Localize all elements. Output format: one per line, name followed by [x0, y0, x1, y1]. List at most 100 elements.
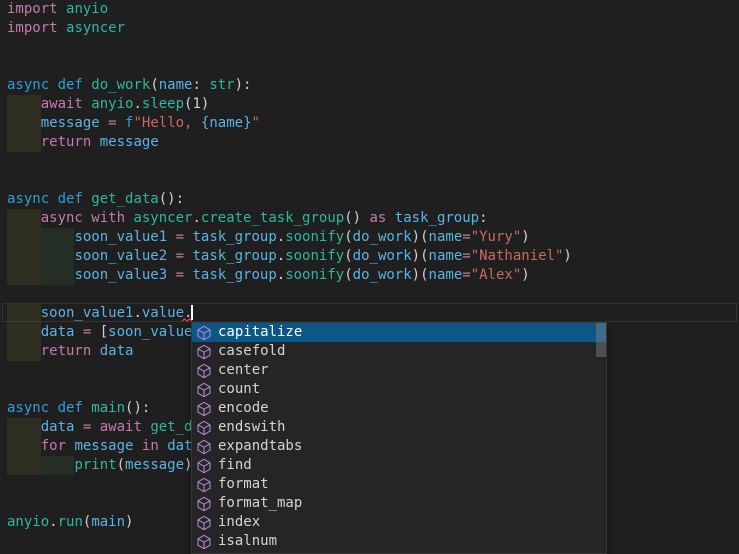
code-token: [117, 115, 125, 131]
code-token: message: [41, 115, 100, 131]
suggestion-label: endswith: [218, 418, 285, 437]
code-token: soon_value2: [74, 248, 167, 264]
code-line[interactable]: [0, 152, 739, 171]
code-token: [7, 229, 74, 245]
code-token: [7, 419, 41, 435]
code-token: name: [159, 77, 193, 93]
suggestion-item[interactable]: casefold: [192, 342, 606, 361]
code-token: 1: [192, 96, 200, 112]
code-line[interactable]: await anyio.sleep(1): [0, 95, 739, 114]
code-token: create_task_group: [201, 210, 344, 226]
code-token: [7, 134, 41, 150]
code-token: import: [7, 1, 66, 17]
code-token: (: [117, 457, 125, 473]
code-token: as: [370, 210, 395, 226]
code-token: )(: [412, 229, 429, 245]
code-token: soon_value1: [41, 305, 134, 321]
suggestion-label: isalnum: [218, 532, 277, 551]
code-token: await: [41, 96, 92, 112]
code-line[interactable]: message = f"Hello, {name}": [0, 114, 739, 133]
suggestion-item[interactable]: count: [192, 380, 606, 399]
code-token: data: [100, 343, 134, 359]
code-token: run: [58, 514, 83, 530]
code-token: async: [7, 191, 58, 207]
code-token: :: [192, 77, 209, 93]
code-token: message: [125, 457, 184, 473]
code-token: message: [100, 134, 159, 150]
symbol-method-icon: [196, 363, 212, 379]
code-token: do_work: [353, 229, 412, 245]
code-token: .: [277, 267, 285, 283]
suggestion-label: count: [218, 380, 260, 399]
suggestion-label: find: [218, 456, 252, 475]
code-token: data: [41, 324, 75, 340]
code-line[interactable]: soon_value3 = task_group.soonify(do_work…: [0, 266, 739, 285]
code-token: for: [41, 438, 75, 454]
popup-scrollbar-thumb[interactable]: [596, 323, 606, 357]
code-line[interactable]: async def do_work(name: str):: [0, 76, 739, 95]
code-token: [100, 115, 108, 131]
suggestion-item[interactable]: center: [192, 361, 606, 380]
code-token: get_data: [91, 191, 158, 207]
suggestion-item[interactable]: find: [192, 456, 606, 475]
code-token: soonify: [285, 267, 344, 283]
suggestion-label: center: [218, 361, 269, 380]
suggestion-item[interactable]: endswith: [192, 418, 606, 437]
code-line[interactable]: [0, 57, 739, 76]
code-token: name: [429, 229, 463, 245]
suggestion-item[interactable]: format_map: [192, 494, 606, 513]
code-line[interactable]: [0, 38, 739, 57]
code-token: name: [429, 248, 463, 264]
suggestion-label: capitalize: [218, 323, 302, 342]
code-line[interactable]: return message: [0, 133, 739, 152]
code-token: "Alex": [471, 267, 522, 283]
suggestion-item[interactable]: capitalize: [192, 323, 606, 342]
code-editor[interactable]: import anyioimport asyncerasync def do_w…: [0, 0, 739, 554]
code-token: name: [429, 267, 463, 283]
code-token: .: [277, 248, 285, 264]
code-line[interactable]: import anyio: [0, 0, 739, 19]
symbol-method-icon: [196, 458, 212, 474]
code-token: [7, 324, 41, 340]
code-token: =: [462, 229, 470, 245]
code-token: )(: [412, 267, 429, 283]
suggestion-item[interactable]: expandtabs: [192, 437, 606, 456]
code-line[interactable]: soon_value1.value.: [0, 304, 739, 323]
code-token: =: [176, 267, 184, 283]
code-token: get_d: [150, 419, 192, 435]
code-token: ): [563, 248, 571, 264]
code-token: (: [344, 267, 352, 283]
code-token: async: [7, 400, 58, 416]
code-line[interactable]: soon_value2 = task_group.soonify(do_work…: [0, 247, 739, 266]
suggestion-item[interactable]: index: [192, 513, 606, 532]
code-token: task_group: [192, 229, 276, 245]
code-token: soonify: [285, 248, 344, 264]
code-token: import: [7, 20, 66, 36]
code-token: main: [91, 514, 125, 530]
code-line[interactable]: soon_value1 = task_group.soonify(do_work…: [0, 228, 739, 247]
code-token: [74, 419, 82, 435]
suggestion-item[interactable]: format: [192, 475, 606, 494]
code-token: [7, 457, 74, 473]
suggestion-item[interactable]: encode: [192, 399, 606, 418]
code-token: value: [142, 305, 184, 321]
code-token: [7, 248, 74, 264]
code-token: def: [58, 400, 92, 416]
code-token: do_work: [353, 267, 412, 283]
code-token: .: [133, 305, 141, 321]
code-token: anyio: [91, 96, 133, 112]
code-token: [7, 210, 41, 226]
code-token: .: [133, 96, 141, 112]
suggestion-item[interactable]: isalnum: [192, 532, 606, 551]
code-token: [7, 96, 41, 112]
code-line[interactable]: import asyncer: [0, 19, 739, 38]
code-token: [74, 324, 82, 340]
code-token: print: [74, 457, 116, 473]
code-line[interactable]: [0, 171, 739, 190]
code-line[interactable]: async with asyncer.create_task_group() a…: [0, 209, 739, 228]
code-token: {name}: [201, 115, 252, 131]
code-line[interactable]: [0, 285, 739, 304]
code-line[interactable]: async def get_data():: [0, 190, 739, 209]
code-token: ": [252, 115, 260, 131]
code-token: [133, 438, 141, 454]
